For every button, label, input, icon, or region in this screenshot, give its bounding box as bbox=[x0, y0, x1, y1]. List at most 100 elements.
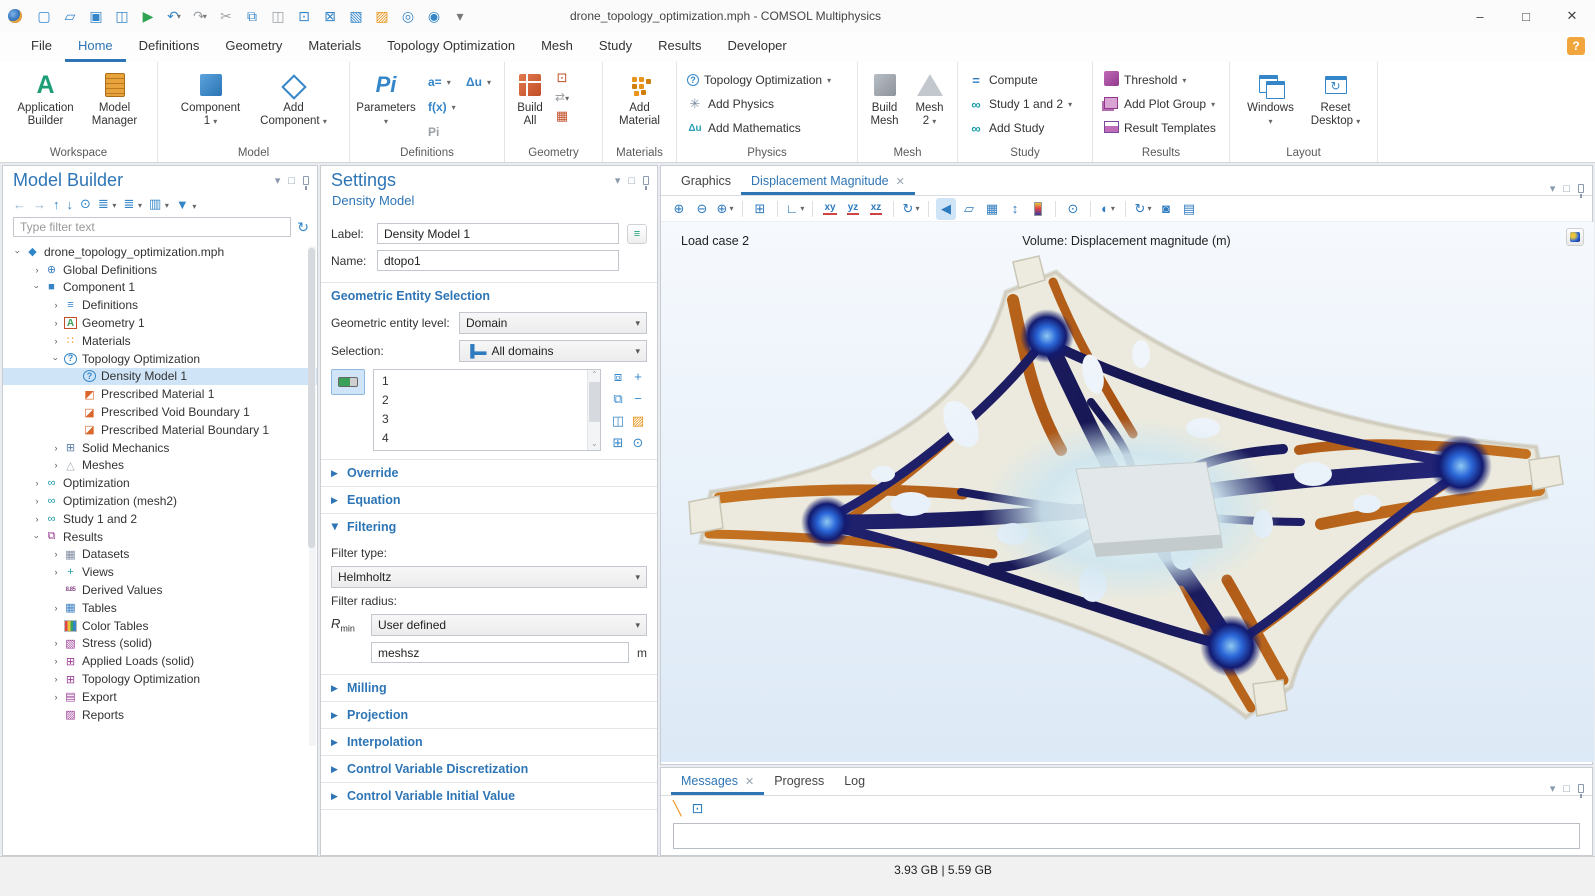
tree-item-views[interactable]: ›+Views bbox=[3, 563, 317, 581]
create-selection-icon[interactable]: ⧈ bbox=[609, 369, 627, 389]
tree-item-applied-loads-solid-[interactable]: ›⊞Applied Loads (solid) bbox=[3, 652, 317, 670]
show-selection-icon[interactable]: ⊙ bbox=[629, 435, 647, 455]
filter-type-select[interactable]: Helmholtz▾ bbox=[331, 566, 647, 588]
float-panel-icon[interactable]: □ bbox=[1563, 783, 1570, 795]
compute-button[interactable]: = Compute bbox=[962, 68, 1088, 92]
tree-item-prescribed-material-1[interactable]: ◩Prescribed Material 1 bbox=[3, 385, 317, 403]
windows-button[interactable]: Windows▾ bbox=[1239, 68, 1303, 130]
model-tree-nodes-icon[interactable]: ▥ ▾ bbox=[149, 196, 169, 212]
tree-expander-icon[interactable]: › bbox=[51, 656, 61, 666]
remove-icon[interactable]: − bbox=[629, 391, 647, 411]
menu-developer[interactable]: Developer bbox=[714, 32, 799, 62]
section-override[interactable]: ▶Override bbox=[321, 459, 657, 486]
delete-icon[interactable]: ⊠ bbox=[318, 4, 342, 28]
add-plot-group-button[interactable]: Add Plot Group▾ bbox=[1097, 92, 1225, 116]
rotate-icon[interactable]: ↻▾ bbox=[901, 198, 921, 220]
tree-expander-icon[interactable]: › bbox=[51, 318, 61, 328]
move-up-icon[interactable]: ↑ bbox=[53, 197, 60, 212]
build-mesh-button[interactable]: Build Mesh bbox=[863, 68, 907, 130]
menu-home[interactable]: Home bbox=[65, 32, 126, 62]
label-input[interactable] bbox=[377, 223, 619, 244]
tree-expander-icon[interactable]: › bbox=[32, 532, 42, 542]
filter-radius-mode-select[interactable]: User defined▾ bbox=[371, 614, 647, 636]
tree-expander-icon[interactable]: › bbox=[51, 443, 61, 453]
menu-topology-optimization[interactable]: Topology Optimization bbox=[374, 32, 528, 62]
filter-icon[interactable]: ▼ ▾ bbox=[176, 197, 197, 212]
clear-messages-icon[interactable]: ╲ bbox=[673, 800, 681, 817]
zoom-in-icon[interactable]: ⊕ bbox=[669, 198, 689, 220]
tree-expander-icon[interactable]: › bbox=[51, 300, 61, 310]
selection-list-item[interactable]: 3 bbox=[374, 410, 600, 429]
tree-item-materials[interactable]: ›∷Materials bbox=[3, 332, 317, 350]
active-selection-toggle[interactable] bbox=[331, 369, 365, 395]
tree-item-topology-optimization[interactable]: ›?Topology Optimization bbox=[3, 350, 317, 368]
entity-level-select[interactable]: Domain▾ bbox=[459, 312, 647, 334]
graphics-canvas[interactable]: Load case 2 Volume: Displacement magnitu… bbox=[661, 222, 1592, 762]
mesh-button[interactable]: Mesh 2 ▾ bbox=[907, 68, 953, 130]
tree-expander-icon[interactable]: › bbox=[51, 549, 61, 559]
add-mathematics-button[interactable]: Δu Add Mathematics bbox=[681, 116, 853, 140]
menu-study[interactable]: Study bbox=[586, 32, 645, 62]
back-icon[interactable]: ← bbox=[13, 197, 26, 212]
clear-selection-icon[interactable]: ▨ bbox=[370, 4, 394, 28]
tree-item-definitions[interactable]: ›≡Definitions bbox=[3, 296, 317, 314]
open-icon[interactable]: ▱ bbox=[58, 4, 82, 28]
add-material-button[interactable]: Add Material bbox=[609, 68, 671, 130]
menu-results[interactable]: Results bbox=[645, 32, 714, 62]
environment-icon[interactable]: ◐▾ bbox=[1098, 198, 1118, 220]
tree-item-drone-topology-optimization-mph[interactable]: ›◆drone_topology_optimization.mph bbox=[3, 243, 317, 261]
menu-geometry[interactable]: Geometry bbox=[212, 32, 295, 62]
tree-item-geometry-1[interactable]: ›AGeometry 1 bbox=[3, 314, 317, 332]
section-projection[interactable]: ▶Projection bbox=[321, 701, 657, 728]
run-icon[interactable]: ▶ bbox=[136, 4, 160, 28]
go-to-view-icon[interactable]: ∟▾ bbox=[785, 198, 805, 220]
float-panel-icon[interactable]: □ bbox=[1563, 183, 1570, 195]
panel-menu-icon[interactable]: ▾ bbox=[615, 174, 621, 187]
paste-icon[interactable]: ◫ bbox=[609, 413, 627, 433]
section-interpolation[interactable]: ▶Interpolation bbox=[321, 728, 657, 755]
transparency-icon[interactable]: ▱ bbox=[959, 198, 979, 220]
zoom-box-icon[interactable]: ⊕▾ bbox=[715, 198, 735, 220]
panel-menu-icon[interactable]: ▾ bbox=[1550, 182, 1556, 195]
tree-item-global-definitions[interactable]: ›⊕Global Definitions bbox=[3, 261, 317, 279]
tree-item-stress-solid-[interactable]: ›▧Stress (solid) bbox=[3, 635, 317, 653]
selection-list-item[interactable]: 4 bbox=[374, 429, 600, 448]
result-templates-button[interactable]: Result Templates bbox=[1097, 116, 1225, 140]
tree-item-reports[interactable]: ▨Reports bbox=[3, 706, 317, 724]
pin-icon[interactable] bbox=[1578, 784, 1584, 793]
graphics-tab-displacement-magnitude[interactable]: Displacement Magnitude✕ bbox=[741, 169, 915, 195]
tree-item-tables[interactable]: ›▦Tables bbox=[3, 599, 317, 617]
tree-expander-icon[interactable]: › bbox=[51, 674, 61, 684]
view-xz-icon[interactable]: xz bbox=[866, 198, 886, 220]
messages-tab-progress[interactable]: Progress bbox=[764, 769, 834, 795]
tree-expander-icon[interactable]: › bbox=[13, 247, 23, 257]
messages-tab-log[interactable]: Log bbox=[834, 769, 875, 795]
panel-menu-icon[interactable]: ▾ bbox=[275, 174, 281, 187]
section-control-variable-discretization[interactable]: ▶Control Variable Discretization bbox=[321, 755, 657, 782]
reset-desktop-button[interactable]: ↻ Reset Desktop ▾ bbox=[1303, 68, 1369, 130]
color-legend-icon[interactable] bbox=[1028, 198, 1048, 220]
view-lock-icon[interactable]: ⊙ bbox=[1063, 198, 1083, 220]
add-icon[interactable]: + bbox=[629, 369, 647, 389]
expand-all-icon[interactable]: ≣ ▾ bbox=[98, 196, 117, 212]
save-icon[interactable]: ▣ bbox=[84, 4, 108, 28]
redo-icon[interactable]: ↷▾ bbox=[188, 4, 212, 28]
forward-icon[interactable]: → bbox=[33, 197, 46, 212]
section-control-variable-initial-value[interactable]: ▶Control Variable Initial Value bbox=[321, 782, 657, 809]
plot-info-icon[interactable] bbox=[1566, 228, 1584, 246]
move-down-icon[interactable]: ↓ bbox=[67, 197, 74, 212]
tree-expander-icon[interactable]: › bbox=[51, 603, 61, 613]
tree-expander-icon[interactable]: › bbox=[51, 336, 61, 346]
tree-expander-icon[interactable]: › bbox=[32, 496, 42, 506]
tree-expander-icon[interactable]: › bbox=[32, 514, 42, 524]
tree-expander-icon[interactable]: › bbox=[51, 638, 61, 648]
add-component-button[interactable]: Add Component ▾ bbox=[251, 68, 337, 130]
view-xy-icon[interactable]: xy bbox=[820, 198, 840, 220]
tree-expander-icon[interactable]: › bbox=[51, 354, 61, 364]
filter-radius-input[interactable] bbox=[371, 642, 629, 663]
help-button[interactable]: ? bbox=[1567, 37, 1585, 55]
parameters-button[interactable]: Pi Parameters▾ bbox=[350, 68, 422, 145]
add-physics-button[interactable]: ✳ Add Physics bbox=[681, 92, 853, 116]
clear-selection-icon[interactable]: ▨ bbox=[629, 413, 647, 433]
tree-item-derived-values[interactable]: 8.85Derived Values bbox=[3, 581, 317, 599]
